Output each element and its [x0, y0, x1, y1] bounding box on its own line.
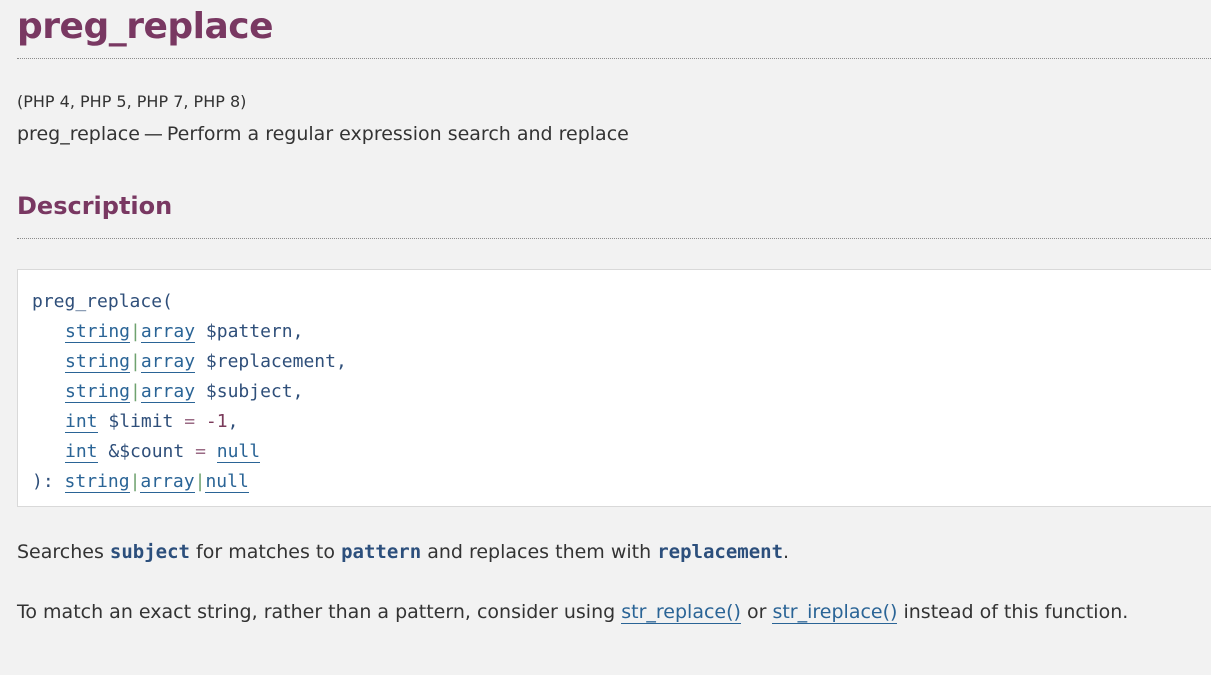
param-subject: subject: [109, 541, 190, 563]
type-separator: |: [130, 381, 141, 402]
method-synopsis: preg_replace( string|array $pattern, stri…: [17, 269, 1211, 507]
description-paragraph: Searches subject for matches to pattern …: [17, 541, 789, 563]
type-separator: |: [129, 471, 141, 492]
type-link-string[interactable]: string: [65, 381, 131, 403]
ref-name: preg_replace: [17, 123, 140, 145]
type-link-array[interactable]: array: [140, 471, 195, 493]
synopsis-param-line: string|array $subject,: [32, 377, 1211, 407]
param-comma: ,: [227, 411, 239, 432]
para-text: Searches: [17, 541, 104, 563]
para-text: or: [746, 601, 767, 623]
description-heading: Description: [17, 192, 173, 220]
type-link-null[interactable]: null: [205, 471, 249, 493]
description-divider: [17, 238, 1211, 239]
str-replace-link[interactable]: str_replace(): [621, 601, 741, 624]
para-text: .: [783, 541, 790, 563]
type-separator: |: [194, 471, 206, 492]
type-separator: |: [130, 351, 141, 372]
para-text: To match an exact string, rather than a …: [17, 601, 616, 623]
param-name: $pattern: [205, 321, 293, 342]
method-name: preg_replace(: [32, 291, 173, 312]
param-default-link[interactable]: null: [216, 441, 261, 463]
ref-purpose: preg_replace — Perform a regular expressio…: [17, 123, 629, 145]
str-ireplace-link[interactable]: str_ireplace(): [772, 601, 898, 624]
synopsis-param-line: int $limit = -1,: [32, 407, 1211, 437]
ref-dash: —: [143, 123, 163, 145]
param-replacement: replacement: [657, 541, 784, 563]
synopsis-close: ):: [32, 471, 54, 492]
synopsis-open-line: preg_replace(: [32, 287, 1211, 317]
param-default: -1: [205, 411, 228, 432]
synopsis-param-line: int &$count = null: [32, 437, 1211, 467]
param-equals: =: [195, 441, 206, 462]
param-pattern: pattern: [341, 541, 422, 563]
type-link-string[interactable]: string: [65, 321, 131, 343]
type-link-string[interactable]: string: [65, 351, 131, 373]
synopsis-param-line: string|array $replacement,: [32, 347, 1211, 377]
type-separator: |: [130, 321, 141, 342]
param-name: $subject: [205, 381, 293, 402]
synopsis-return-line: ): string|array|null: [32, 467, 1211, 497]
tip-paragraph: To match an exact string, rather than a …: [17, 601, 1129, 624]
param-comma: ,: [335, 351, 347, 372]
para-text: and replaces them with: [427, 541, 652, 563]
php-versions: (PHP 4, PHP 5, PHP 7, PHP 8): [17, 92, 247, 111]
param-name: $replacement: [205, 351, 336, 372]
type-link-int[interactable]: int: [65, 411, 98, 433]
synopsis-param-line: string|array $pattern,: [32, 317, 1211, 347]
param-name: &$count: [108, 441, 185, 462]
type-link-array[interactable]: array: [140, 381, 196, 403]
param-comma: ,: [292, 321, 304, 342]
type-link-array[interactable]: array: [140, 351, 196, 373]
para-text: instead of this function.: [903, 601, 1129, 623]
page-title: preg_replace: [17, 6, 274, 47]
para-text: for matches to: [196, 541, 336, 563]
type-link-array[interactable]: array: [140, 321, 196, 343]
title-divider: [17, 58, 1211, 59]
type-link-int[interactable]: int: [65, 441, 98, 463]
param-name: $limit: [108, 411, 174, 432]
param-equals: =: [184, 411, 196, 432]
param-comma: ,: [292, 381, 304, 402]
ref-purpose-text: Perform a regular expression search and …: [166, 123, 629, 145]
type-link-string[interactable]: string: [64, 471, 130, 493]
